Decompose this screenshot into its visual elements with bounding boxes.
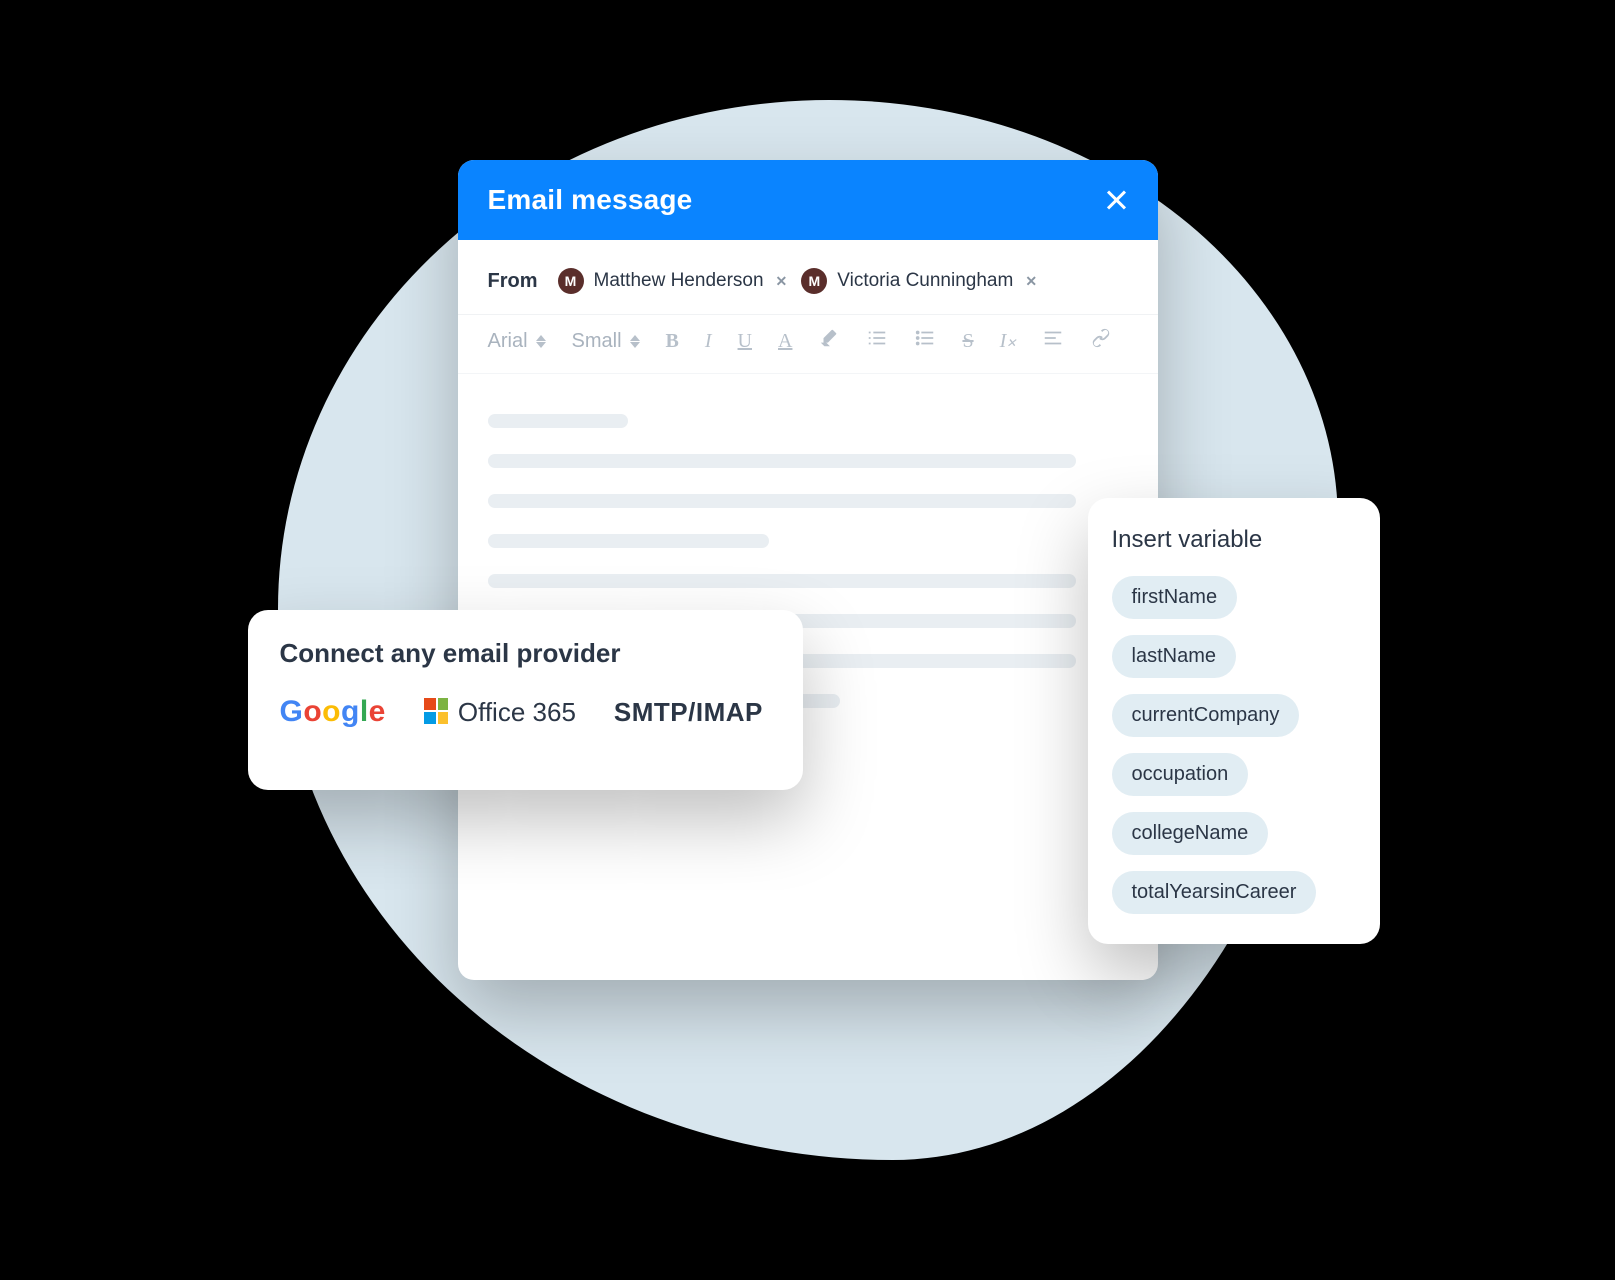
variable-list: firstName lastName currentCompany occupa… (1112, 576, 1356, 914)
strikethrough-button[interactable]: S (962, 330, 973, 353)
text-color-button[interactable]: A (778, 330, 792, 353)
clear-format-button[interactable]: I✕ (1000, 330, 1017, 353)
ordered-list-icon[interactable] (866, 327, 888, 355)
avatar: M (558, 268, 584, 294)
variable-pill[interactable]: lastName (1112, 635, 1236, 678)
variable-pill[interactable]: currentCompany (1112, 694, 1300, 737)
sender-name: Victoria Cunningham (837, 270, 1013, 292)
insert-variable-title: Insert variable (1112, 526, 1356, 554)
provider-list: Google Office 365 SMTP/IMAP (280, 695, 771, 729)
sender-chip[interactable]: M Matthew Henderson ✕ (558, 266, 788, 296)
avatar: M (801, 268, 827, 294)
format-toolbar: Arial Small B I U A S I✕ (458, 315, 1158, 374)
provider-card-title: Connect any email provider (280, 638, 771, 669)
font-select[interactable]: Arial (488, 330, 546, 353)
variable-pill[interactable]: firstName (1112, 576, 1238, 619)
email-composer-window: Email message From M Matthew Henderson ✕… (458, 160, 1158, 980)
bullet-list-icon[interactable] (914, 327, 936, 355)
composer-header: Email message (458, 160, 1158, 240)
sender-name: Matthew Henderson (594, 270, 764, 292)
office-icon (424, 698, 448, 726)
bold-button[interactable]: B (666, 330, 679, 353)
variable-pill[interactable]: collegeName (1112, 812, 1269, 855)
provider-card: Connect any email provider Google Office… (248, 610, 803, 790)
office365-logo[interactable]: Office 365 (424, 697, 576, 728)
chevron-updown-icon (630, 335, 640, 348)
composer-title: Email message (488, 184, 693, 216)
underline-button[interactable]: U (738, 330, 752, 353)
close-icon[interactable] (1104, 188, 1128, 212)
variable-pill[interactable]: totalYearsinCareer (1112, 871, 1317, 914)
align-icon[interactable] (1042, 327, 1064, 355)
google-logo[interactable]: Google (280, 695, 386, 729)
from-label: From (488, 270, 538, 293)
remove-sender-icon[interactable]: ✕ (776, 273, 788, 290)
size-select[interactable]: Small (572, 330, 640, 353)
office-label: Office 365 (458, 697, 576, 728)
link-icon[interactable] (1090, 327, 1112, 355)
italic-button[interactable]: I (705, 330, 712, 353)
chevron-updown-icon (536, 335, 546, 348)
variable-pill[interactable]: occupation (1112, 753, 1249, 796)
insert-variable-panel: Insert variable firstName lastName curre… (1088, 498, 1380, 944)
remove-sender-icon[interactable]: ✕ (1025, 273, 1037, 290)
sender-chip[interactable]: M Victoria Cunningham ✕ (801, 266, 1037, 296)
smtp-imap-option[interactable]: SMTP/IMAP (614, 697, 763, 728)
highlight-icon[interactable] (818, 327, 840, 355)
from-row: From M Matthew Henderson ✕ M Victoria Cu… (458, 240, 1158, 315)
